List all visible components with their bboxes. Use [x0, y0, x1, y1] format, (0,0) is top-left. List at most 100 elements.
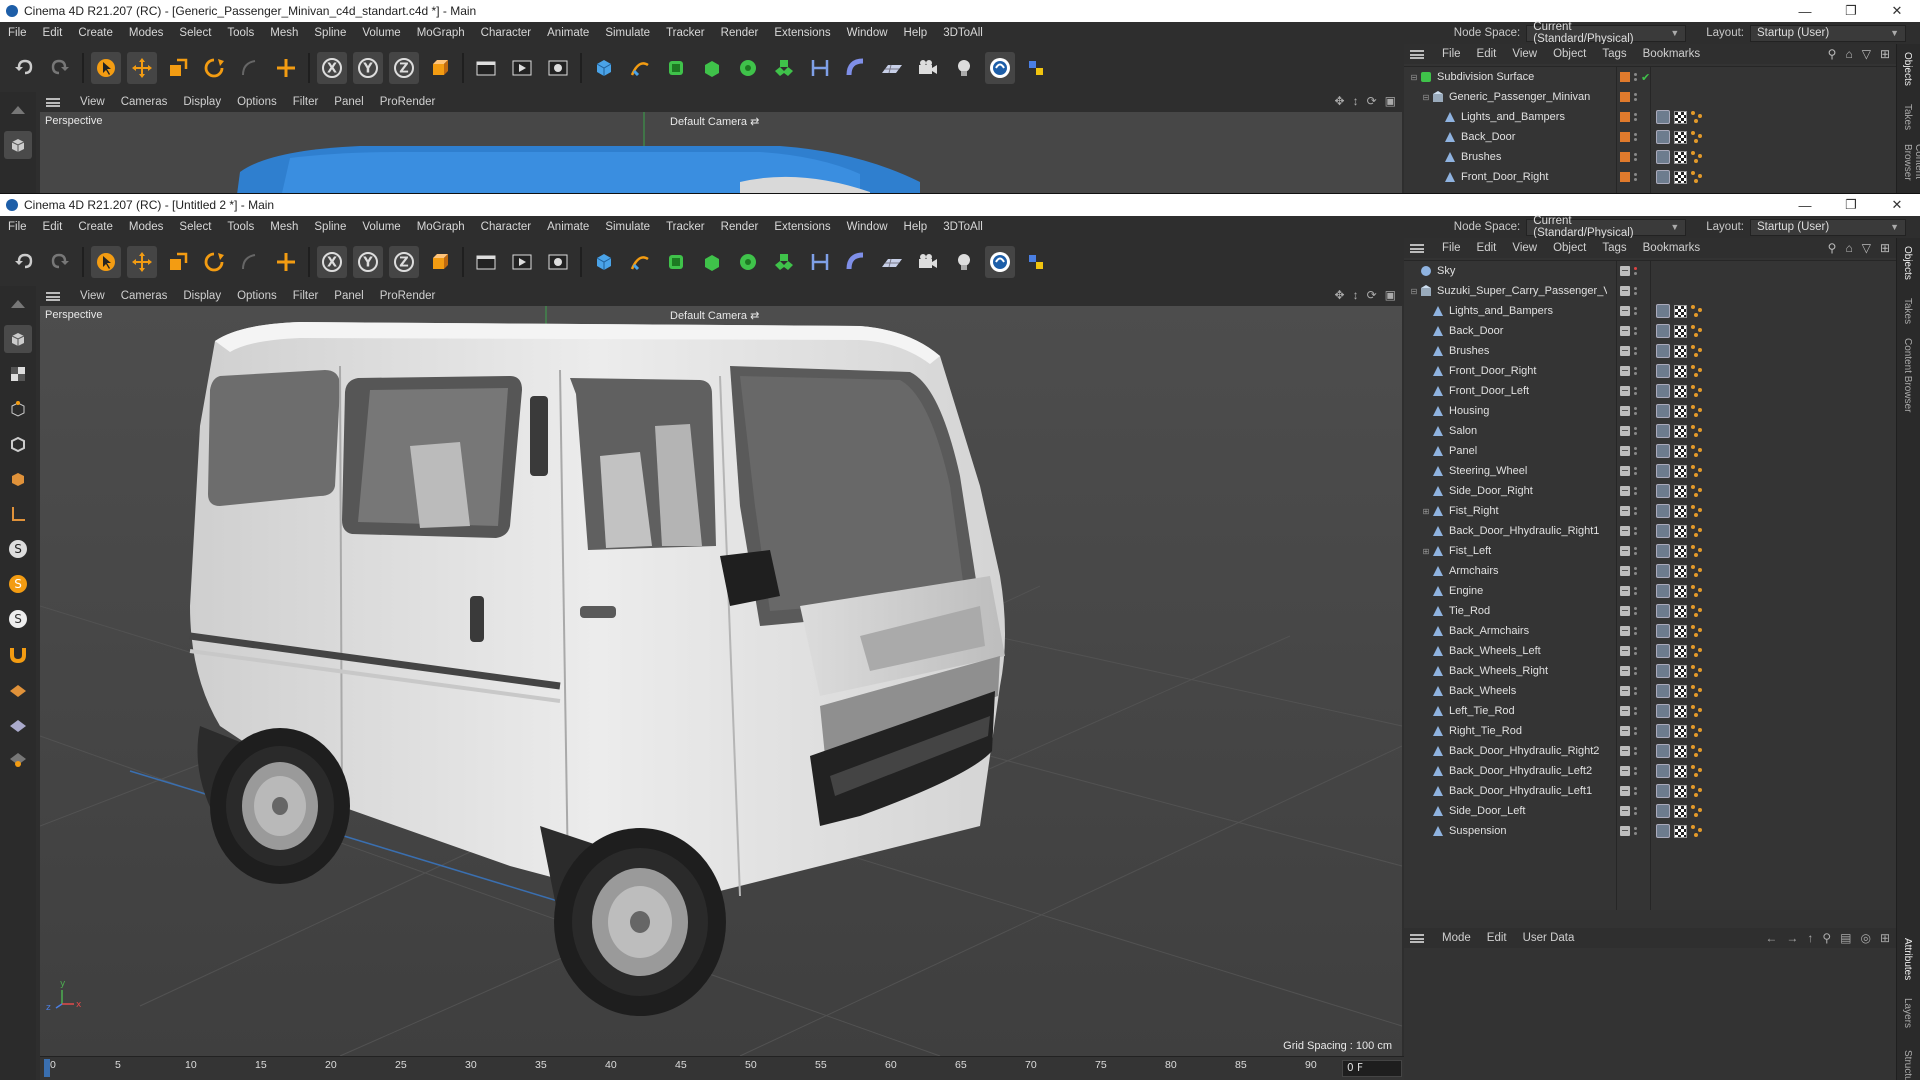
object-row[interactable]: Right_Tie_Rod: [1404, 721, 1896, 741]
material-tag-icon[interactable]: [1656, 764, 1670, 778]
enable-checkbox-icon[interactable]: [1620, 326, 1630, 336]
editor-render-visibility-dots-icon[interactable]: [1634, 627, 1637, 635]
texture-tag-icon[interactable]: [1674, 170, 1687, 184]
material-tag-icon[interactable]: [1656, 404, 1670, 418]
material-tag-icon[interactable]: [1656, 684, 1670, 698]
object-name[interactable]: Back_Wheels: [1449, 685, 1619, 697]
editor-render-visibility-dots-icon[interactable]: [1634, 567, 1637, 575]
side-tab-attributes[interactable]: Attributes: [1902, 938, 1913, 980]
layer-color-swatch[interactable]: [1620, 112, 1630, 122]
side-tab-takes[interactable]: Takes: [1902, 298, 1913, 324]
material-tag-icon[interactable]: [1656, 424, 1670, 438]
maximize-view-icon[interactable]: ▣: [1385, 288, 1396, 302]
selection-tag-icon[interactable]: [1691, 344, 1705, 358]
material-tag-icon[interactable]: [1656, 170, 1670, 184]
editor-render-visibility-dots-icon[interactable]: [1634, 547, 1637, 555]
selection-tag-icon[interactable]: [1691, 564, 1705, 578]
node-space-dropdown[interactable]: Current (Standard/Physical) ▼: [1526, 215, 1687, 239]
extrude-icon[interactable]: [697, 246, 727, 278]
vp-menu-options[interactable]: Options: [229, 96, 285, 108]
texture-tag-icon[interactable]: [1674, 744, 1687, 758]
texture-tag-icon[interactable]: [1674, 704, 1687, 718]
move-icon[interactable]: [127, 246, 157, 278]
menu-simulate[interactable]: Simulate: [597, 221, 658, 233]
enable-checkbox-icon[interactable]: [1620, 526, 1630, 536]
object-row[interactable]: Back_Door: [1404, 321, 1896, 341]
object-name[interactable]: Suspension: [1449, 825, 1619, 837]
selection-tag-icon[interactable]: [1691, 524, 1705, 538]
texture-tag-icon[interactable]: [1674, 764, 1687, 778]
menu-help[interactable]: Help: [896, 27, 936, 39]
menu-extensions[interactable]: Extensions: [766, 27, 838, 39]
object-name[interactable]: Back_Wheels_Right: [1449, 665, 1619, 677]
layer-color-swatch[interactable]: [1620, 152, 1630, 162]
fracture-icon[interactable]: [769, 246, 799, 278]
cloner-icon[interactable]: [733, 246, 763, 278]
editor-render-visibility-dots-icon[interactable]: [1634, 267, 1637, 275]
filter-icon[interactable]: ▽: [1862, 47, 1871, 61]
workplane-grid-icon[interactable]: [4, 675, 32, 703]
cube-icon[interactable]: [589, 52, 619, 84]
menu-extensions[interactable]: Extensions: [766, 221, 838, 233]
material-tag-icon[interactable]: [1656, 784, 1670, 798]
redo-icon[interactable]: [45, 246, 75, 278]
search-icon[interactable]: ⚲: [1822, 931, 1831, 945]
menu-edit[interactable]: Edit: [35, 27, 71, 39]
camera-icon[interactable]: [913, 246, 943, 278]
enable-checkbox-icon[interactable]: [1620, 626, 1630, 636]
filter-icon[interactable]: ▽: [1862, 241, 1871, 255]
obj-menu-bookmarks[interactable]: Bookmarks: [1635, 48, 1709, 60]
selection-tag-icon[interactable]: [1691, 804, 1705, 818]
object-name[interactable]: Side_Door_Right: [1449, 485, 1619, 497]
deformer-icon[interactable]: [805, 246, 835, 278]
material-tag-icon[interactable]: [1656, 304, 1670, 318]
menu-file[interactable]: File: [0, 221, 35, 233]
menu-tracker[interactable]: Tracker: [658, 27, 713, 39]
material-tag-icon[interactable]: [1656, 484, 1670, 498]
zoom-view-icon[interactable]: ↕: [1353, 288, 1359, 302]
editor-render-visibility-dots-icon[interactable]: [1634, 407, 1637, 415]
object-name[interactable]: Back_Wheels_Left: [1449, 645, 1619, 657]
object-name[interactable]: Sky: [1437, 265, 1607, 277]
move-icon[interactable]: [127, 52, 157, 84]
object-name[interactable]: Front_Door_Left: [1449, 385, 1619, 397]
object-row[interactable]: Back_Door_Hhydraulic_Right2: [1404, 741, 1896, 761]
menu-modes[interactable]: Modes: [121, 221, 172, 233]
timeline-ruler[interactable]: 0 F 0 5 10 15 20 25 30 35 40 45 50 55 60 65 70 75 80 85 90: [40, 1056, 1404, 1080]
side-tab-structure[interactable]: Structure: [1902, 1050, 1913, 1080]
hamburger-icon[interactable]: [1410, 933, 1424, 943]
editor-render-visibility-dots-icon[interactable]: [1634, 287, 1637, 295]
light-icon[interactable]: [949, 246, 979, 278]
editor-render-visibility-dots-icon[interactable]: [1634, 347, 1637, 355]
new-panel-icon[interactable]: ⊞: [1880, 241, 1890, 255]
side-tab-content-browser[interactable]: Content Browser: [1902, 144, 1920, 193]
layer-color-swatch[interactable]: [1620, 72, 1630, 82]
menu-create[interactable]: Create: [70, 221, 121, 233]
obj-menu-edit[interactable]: Edit: [1469, 242, 1505, 254]
object-name[interactable]: Tie_Rod: [1449, 605, 1619, 617]
obj-menu-file[interactable]: File: [1434, 242, 1469, 254]
forward-arrow-icon[interactable]: →: [1786, 931, 1798, 945]
enable-checkbox-icon[interactable]: [1620, 686, 1630, 696]
restore-button[interactable]: ❐: [1828, 3, 1874, 19]
enable-checkbox-icon[interactable]: [1620, 286, 1630, 296]
menu-window[interactable]: Window: [839, 27, 896, 39]
obj-menu-file[interactable]: File: [1434, 48, 1469, 60]
material-tag-icon[interactable]: [1656, 384, 1670, 398]
hamburger-icon[interactable]: [1410, 243, 1424, 253]
editor-render-visibility-dots-icon[interactable]: [1634, 787, 1637, 795]
texture-tag-icon[interactable]: [1674, 110, 1687, 124]
enable-checkbox-icon[interactable]: [1620, 486, 1630, 496]
restore-button[interactable]: ❐: [1828, 197, 1874, 213]
menu-volume[interactable]: Volume: [354, 221, 408, 233]
material-tag-icon[interactable]: [1656, 344, 1670, 358]
enable-checkbox-icon[interactable]: [1620, 566, 1630, 576]
texture-tag-icon[interactable]: [1674, 444, 1687, 458]
undo-icon[interactable]: [9, 52, 39, 84]
enable-checkbox-icon[interactable]: [1620, 366, 1630, 376]
expand-toggle-icon[interactable]: ⊞: [1420, 507, 1432, 516]
menu-file[interactable]: File: [0, 27, 35, 39]
editor-render-visibility-dots-icon[interactable]: [1634, 113, 1637, 121]
editor-render-visibility-dots-icon[interactable]: [1634, 527, 1637, 535]
new-panel-icon[interactable]: ⊞: [1880, 931, 1890, 945]
